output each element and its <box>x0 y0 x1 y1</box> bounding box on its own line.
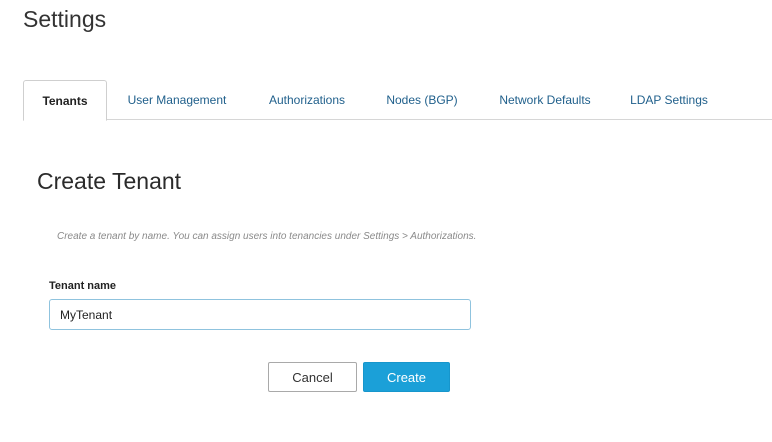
tab-network-defaults[interactable]: Network Defaults <box>477 80 613 120</box>
cancel-button[interactable]: Cancel <box>268 362 357 392</box>
settings-tabs: Tenants User Management Authorizations N… <box>23 80 772 121</box>
tenant-name-label: Tenant name <box>49 280 117 292</box>
page-title: Settings <box>23 6 107 32</box>
tab-nodes-bgp[interactable]: Nodes (BGP) <box>367 80 477 120</box>
create-button[interactable]: Create <box>363 362 450 392</box>
tab-user-management[interactable]: User Management <box>107 80 247 120</box>
tenant-name-input[interactable] <box>49 299 471 330</box>
help-text: Create a tenant by name. You can assign … <box>57 231 477 242</box>
create-tenant-heading: Create Tenant <box>37 168 182 194</box>
tab-ldap-settings[interactable]: LDAP Settings <box>613 80 725 120</box>
settings-page: Settings Tenants User Management Authori… <box>0 0 772 442</box>
tab-tenants[interactable]: Tenants <box>23 80 107 121</box>
tab-authorizations[interactable]: Authorizations <box>247 80 367 120</box>
